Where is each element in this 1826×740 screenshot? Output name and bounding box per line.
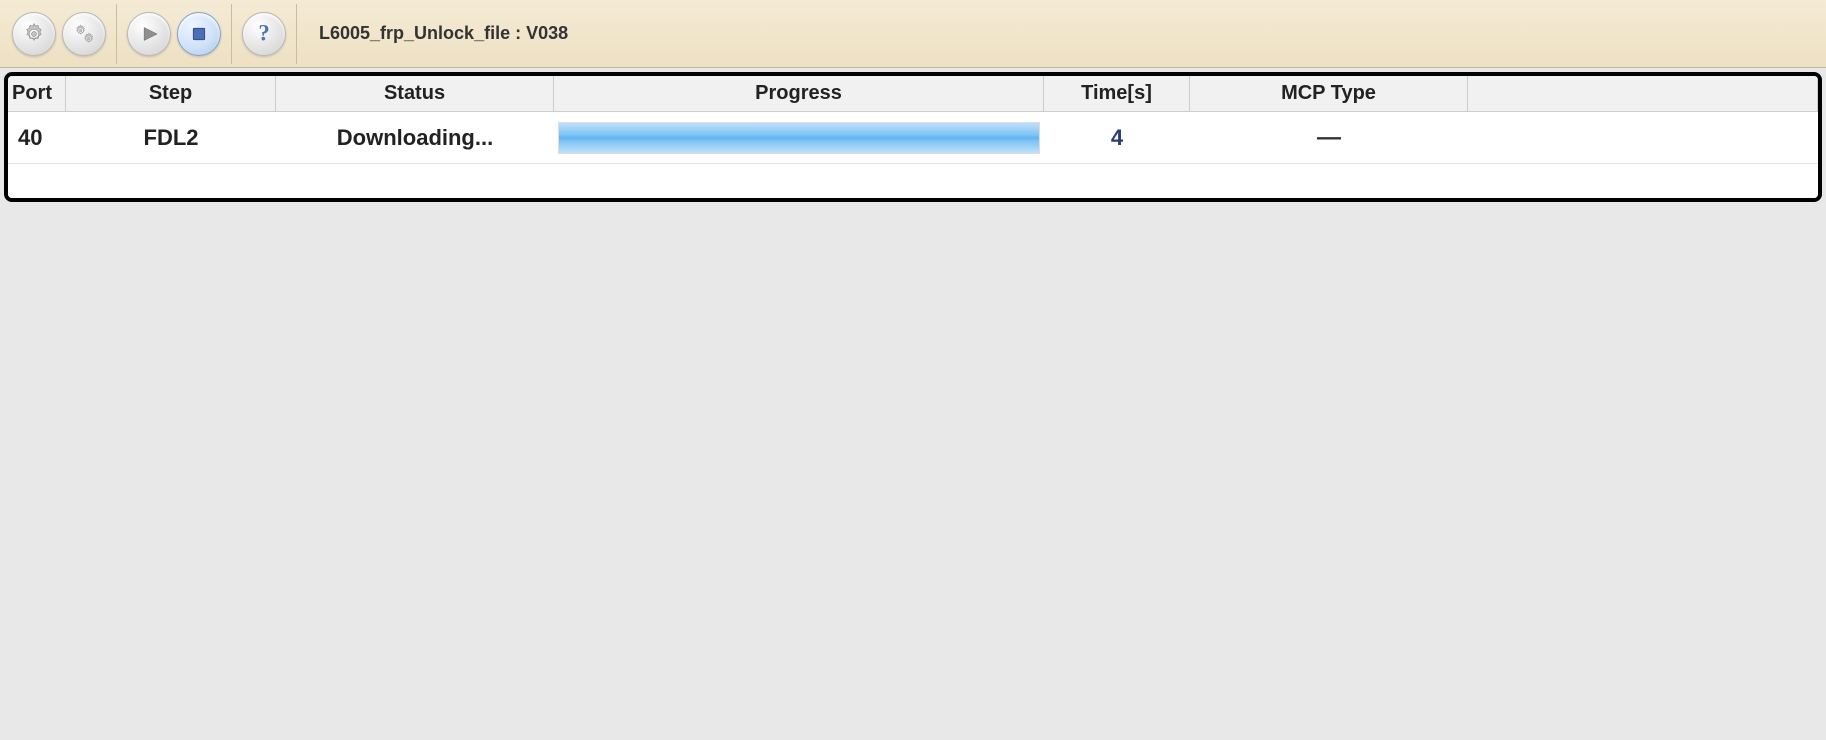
cell-time: 4	[1044, 119, 1190, 157]
cell-port: 40	[8, 119, 66, 157]
cell-mcp: —	[1190, 118, 1468, 158]
header-status: Status	[276, 76, 554, 111]
download-table: Port Step Status Progress Time[s] MCP Ty…	[4, 72, 1822, 202]
start-button[interactable]	[127, 12, 171, 56]
header-time: Time[s]	[1044, 76, 1190, 111]
header-spacer	[1468, 76, 1818, 111]
help-button[interactable]: ?	[242, 12, 286, 56]
settings-button[interactable]	[12, 12, 56, 56]
cell-step: FDL2	[66, 119, 276, 157]
background-panel	[4, 202, 1822, 702]
svg-text:?: ?	[258, 21, 269, 46]
double-gear-icon	[71, 21, 97, 47]
double-settings-button[interactable]	[62, 12, 106, 56]
toolbar-title: L6005_frp_Unlock_file : V038	[319, 23, 568, 44]
cell-spacer	[1468, 132, 1818, 144]
cell-progress	[554, 116, 1044, 160]
stop-button[interactable]	[177, 12, 221, 56]
empty-row	[8, 164, 1818, 198]
toolbar-group-actions	[127, 4, 232, 64]
header-mcp: MCP Type	[1190, 76, 1468, 111]
toolbar-group-help: ?	[242, 4, 297, 64]
help-icon: ?	[251, 21, 277, 47]
header-step: Step	[66, 76, 276, 111]
progress-fill	[559, 123, 1039, 153]
content-area: Port Step Status Progress Time[s] MCP Ty…	[0, 68, 1826, 740]
gear-icon	[21, 21, 47, 47]
play-icon	[136, 21, 162, 47]
progress-bar	[558, 122, 1040, 154]
table-header-row: Port Step Status Progress Time[s] MCP Ty…	[8, 76, 1818, 112]
toolbar: ? L6005_frp_Unlock_file : V038	[0, 0, 1826, 68]
stop-icon	[186, 21, 212, 47]
table-row[interactable]: 40 FDL2 Downloading... 4 —	[8, 112, 1818, 164]
cell-status: Downloading...	[276, 119, 554, 157]
header-port: Port	[8, 76, 66, 111]
toolbar-group-settings	[12, 4, 117, 64]
header-progress: Progress	[554, 76, 1044, 111]
